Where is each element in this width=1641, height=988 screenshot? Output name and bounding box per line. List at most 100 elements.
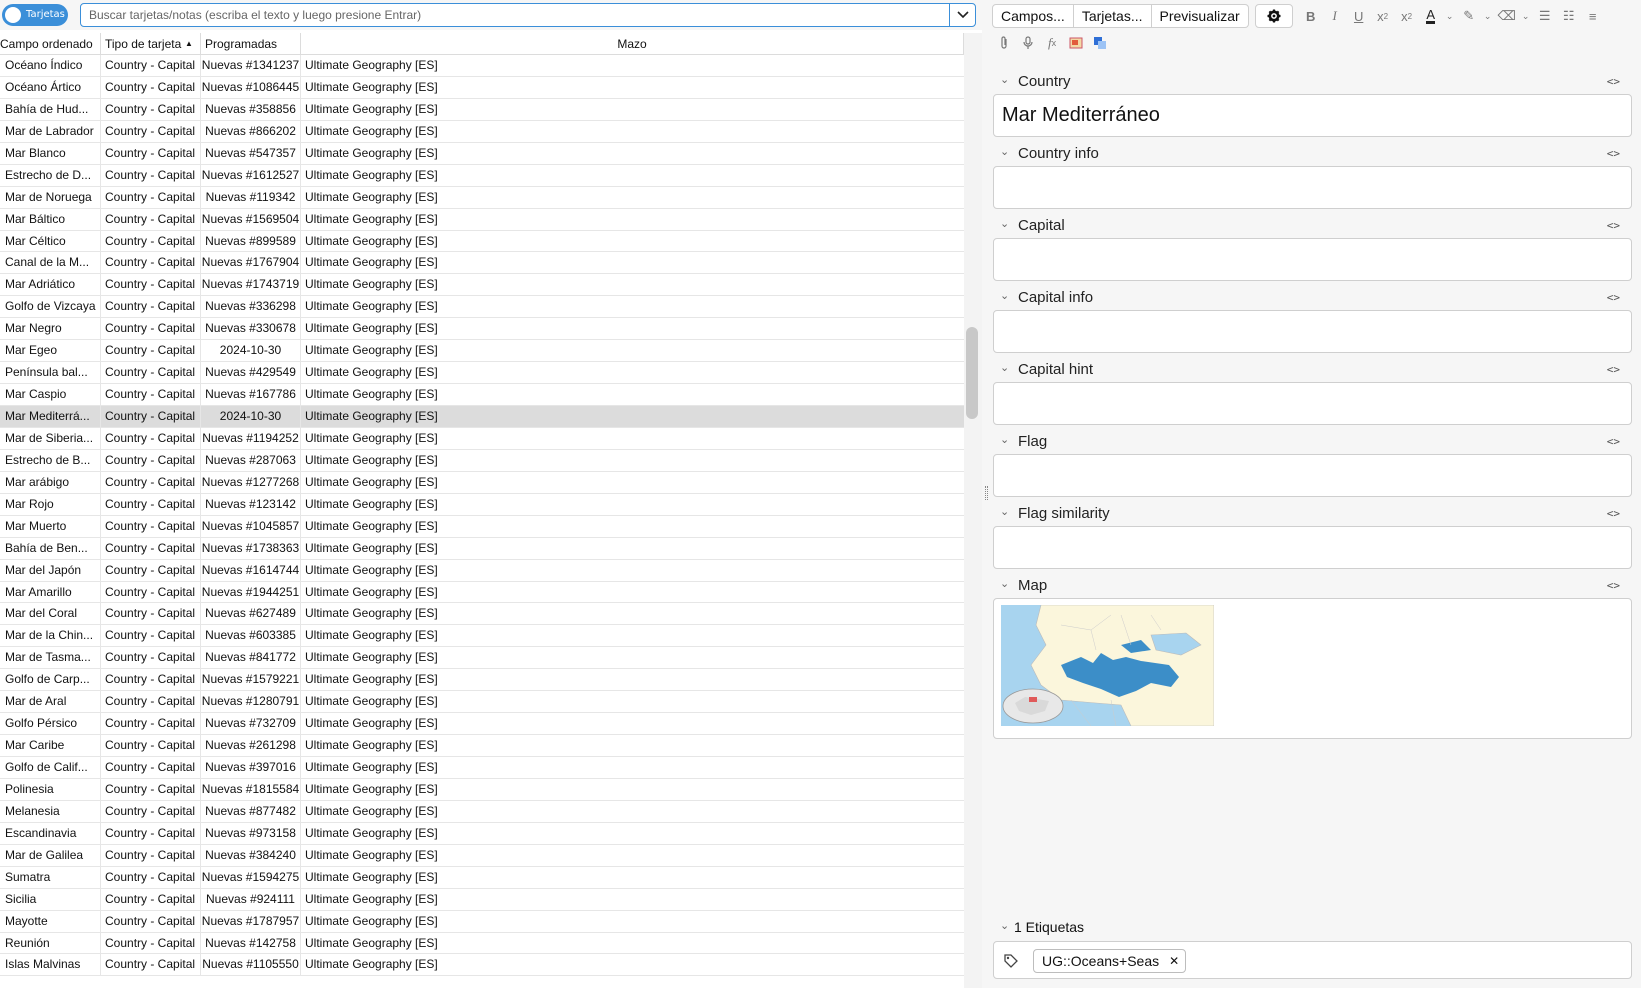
table-row[interactable]: Islas Malvinas Country - Capital Nuevas #1… xyxy=(0,954,964,977)
field-input[interactable] xyxy=(993,166,1632,209)
text-color-icon[interactable]: A xyxy=(1419,4,1443,28)
cards-button[interactable]: Tarjetas... xyxy=(1073,4,1152,28)
field-input[interactable]: Mar Mediterráneo xyxy=(993,94,1632,137)
table-row[interactable]: Mar Mediterrá... Country - Capital 2024-10… xyxy=(0,406,964,428)
table-row[interactable]: Mar Egeo Country - Capital 2024-10-30 Ultim… xyxy=(0,340,964,363)
field-header[interactable]: ⌄ Capital hint <> xyxy=(992,358,1632,382)
table-row[interactable]: Canal de la M... Country - Capital Nuevas … xyxy=(0,252,964,275)
column-header-sort-field[interactable]: Campo ordenado xyxy=(0,33,101,55)
html-editor-toggle-icon[interactable]: <> xyxy=(1607,435,1620,448)
table-row[interactable]: Mar Caspio Country - Capital Nuevas #16778… xyxy=(0,384,964,406)
column-header-deck[interactable]: Mazo xyxy=(301,33,964,55)
tag-editor[interactable]: UG::Oceans+Seas ✕ xyxy=(993,941,1632,979)
table-row[interactable]: Polinesia Country - Capital Nuevas #181558… xyxy=(0,778,964,801)
chevron-down-icon[interactable]: ⌄ xyxy=(1519,4,1533,28)
table-row[interactable]: Reunión Country - Capital Nuevas #142758 Ul… xyxy=(0,932,964,955)
field-header[interactable]: ⌄ Capital <> xyxy=(992,214,1632,238)
search-field[interactable] xyxy=(80,3,976,27)
table-row[interactable]: Mar de Aral Country - Capital Nuevas #1280… xyxy=(0,691,964,714)
chevron-down-icon[interactable]: ⌄ xyxy=(1000,505,1009,518)
html-editor-toggle-icon[interactable]: <> xyxy=(1607,219,1620,232)
table-row[interactable]: Golfo de Carp... Country - Capital Nuevas … xyxy=(0,669,964,692)
table-row[interactable]: Mayotte Country - Capital Nuevas #1787957 U… xyxy=(0,910,964,933)
close-icon[interactable]: ✕ xyxy=(1169,950,1179,972)
image-occlusion-icon[interactable] xyxy=(1064,31,1088,55)
numbered-list-icon[interactable]: ☷ xyxy=(1557,4,1581,28)
table-row[interactable]: Mar arábigo Country - Capital Nuevas #1277… xyxy=(0,471,964,494)
field-header[interactable]: ⌄ Capital info <> xyxy=(992,286,1632,310)
attach-icon[interactable] xyxy=(992,31,1016,55)
align-icon[interactable]: ≡ xyxy=(1581,4,1605,28)
table-row[interactable]: Mar Báltico Country - Capital Nuevas #1569… xyxy=(0,208,964,231)
table-row[interactable]: Mar de Siberia... Country - Capital Nuevas… xyxy=(0,427,964,450)
table-row[interactable]: Sicilia Country - Capital Nuevas #924111 Ul… xyxy=(0,888,964,911)
chevron-down-icon[interactable]: ⌄ xyxy=(1000,577,1009,590)
table-row[interactable]: Mar Adriático Country - Capital Nuevas #17… xyxy=(0,274,964,297)
table-scrollbar[interactable] xyxy=(964,33,982,988)
field-input[interactable] xyxy=(993,598,1632,739)
table-row[interactable]: Mar Blanco Country - Capital Nuevas #54735… xyxy=(0,142,964,165)
html-editor-toggle-icon[interactable]: <> xyxy=(1607,75,1620,88)
table-row[interactable]: Mar de Galilea Country - Capital Nuevas #3… xyxy=(0,844,964,867)
subscript-icon[interactable]: x2 xyxy=(1395,4,1419,28)
table-row[interactable]: Mar Muerto Country - Capital Nuevas #10458… xyxy=(0,515,964,538)
formula-icon[interactable]: fx xyxy=(1040,31,1064,55)
table-row[interactable]: Península bal... Country - Capital Nuevas … xyxy=(0,362,964,385)
chevron-down-icon[interactable]: ⌄ xyxy=(1000,217,1009,230)
table-row[interactable]: Golfo Pérsico Country - Capital Nuevas #73… xyxy=(0,713,964,736)
chevron-down-icon[interactable]: ⌄ xyxy=(1000,289,1009,302)
table-row[interactable]: Mar Caribe Country - Capital Nuevas #26129… xyxy=(0,735,964,757)
field-header[interactable]: ⌄ Map <> xyxy=(992,574,1632,598)
table-row[interactable]: Océano Índico Country - Capital Nuevas #13… xyxy=(0,55,964,77)
table-row[interactable]: Estrecho de B... Country - Capital Nuevas … xyxy=(0,449,964,472)
preview-button[interactable]: Previsualizar xyxy=(1151,4,1249,28)
field-header[interactable]: ⌄ Flag similarity <> xyxy=(992,502,1632,526)
field-header[interactable]: ⌄ Flag <> xyxy=(992,430,1632,454)
field-input[interactable] xyxy=(993,238,1632,281)
table-row[interactable]: Estrecho de D... Country - Capital Nuevas … xyxy=(0,164,964,187)
field-input[interactable] xyxy=(993,382,1632,425)
html-editor-toggle-icon[interactable]: <> xyxy=(1607,507,1620,520)
bullet-list-icon[interactable]: ☰ xyxy=(1533,4,1557,28)
table-row[interactable]: Golfo de Calif... Country - Capital Nuevas… xyxy=(0,757,964,779)
superscript-icon[interactable]: x2 xyxy=(1371,4,1395,28)
table-row[interactable]: Mar Negro Country - Capital Nuevas #330678… xyxy=(0,318,964,341)
html-editor-toggle-icon[interactable]: <> xyxy=(1607,147,1620,160)
table-row[interactable]: Mar del Coral Country - Capital Nuevas #62… xyxy=(0,603,964,626)
search-input[interactable] xyxy=(89,6,939,24)
panel-splitter[interactable] xyxy=(982,0,992,988)
gear-icon[interactable] xyxy=(1254,4,1293,28)
table-row[interactable]: Melanesia Country - Capital Nuevas #877482… xyxy=(0,800,964,823)
table-row[interactable]: Mar Amarillo Country - Capital Nuevas #194… xyxy=(0,581,964,604)
column-header-card-type[interactable]: Tipo de tarjeta ▲ xyxy=(101,33,201,55)
field-header[interactable]: ⌄ Country info <> xyxy=(992,142,1632,166)
tags-header[interactable]: ⌄ 1 Etiquetas xyxy=(992,916,1632,938)
underline-icon[interactable]: U xyxy=(1347,4,1371,28)
chevron-down-icon[interactable]: ⌄ xyxy=(1000,73,1009,86)
search-history-dropdown[interactable] xyxy=(949,4,975,26)
table-row[interactable]: Bahía de Hud... Country - Capital Nuevas #… xyxy=(0,98,964,121)
chevron-down-icon[interactable]: ⌄ xyxy=(1443,4,1457,28)
eraser-icon[interactable]: ⌫ xyxy=(1495,4,1519,28)
table-row[interactable]: Golfo de Vizcaya Country - Capital Nuevas … xyxy=(0,296,964,319)
field-header[interactable]: ⌄ Country <> xyxy=(992,70,1632,94)
field-input[interactable] xyxy=(993,526,1632,569)
highlight-icon[interactable]: ✎ xyxy=(1457,4,1481,28)
column-header-due[interactable]: Programadas xyxy=(201,33,301,55)
chevron-down-icon[interactable]: ⌄ xyxy=(1000,361,1009,374)
field-input[interactable] xyxy=(993,454,1632,497)
italic-icon[interactable]: I xyxy=(1323,4,1347,28)
translate-icon[interactable] xyxy=(1088,31,1112,55)
scrollbar-thumb[interactable] xyxy=(966,327,978,419)
chevron-down-icon[interactable]: ⌄ xyxy=(1481,4,1495,28)
html-editor-toggle-icon[interactable]: <> xyxy=(1607,363,1620,376)
html-editor-toggle-icon[interactable]: <> xyxy=(1607,291,1620,304)
table-row[interactable]: Mar de Noruega Country - Capital Nuevas #1… xyxy=(0,186,964,209)
tag-chip[interactable]: UG::Oceans+Seas ✕ xyxy=(1033,949,1187,973)
table-row[interactable]: Mar Céltico Country - Capital Nuevas #8995… xyxy=(0,230,964,253)
bold-icon[interactable]: B xyxy=(1299,4,1323,28)
table-row[interactable]: Océano Ártico Country - Capital Nuevas #10… xyxy=(0,76,964,99)
fields-button[interactable]: Campos... xyxy=(992,4,1074,28)
chevron-down-icon[interactable]: ⌄ xyxy=(1000,433,1009,446)
table-row[interactable]: Mar de la Chin... Country - Capital Nuevas… xyxy=(0,625,964,648)
